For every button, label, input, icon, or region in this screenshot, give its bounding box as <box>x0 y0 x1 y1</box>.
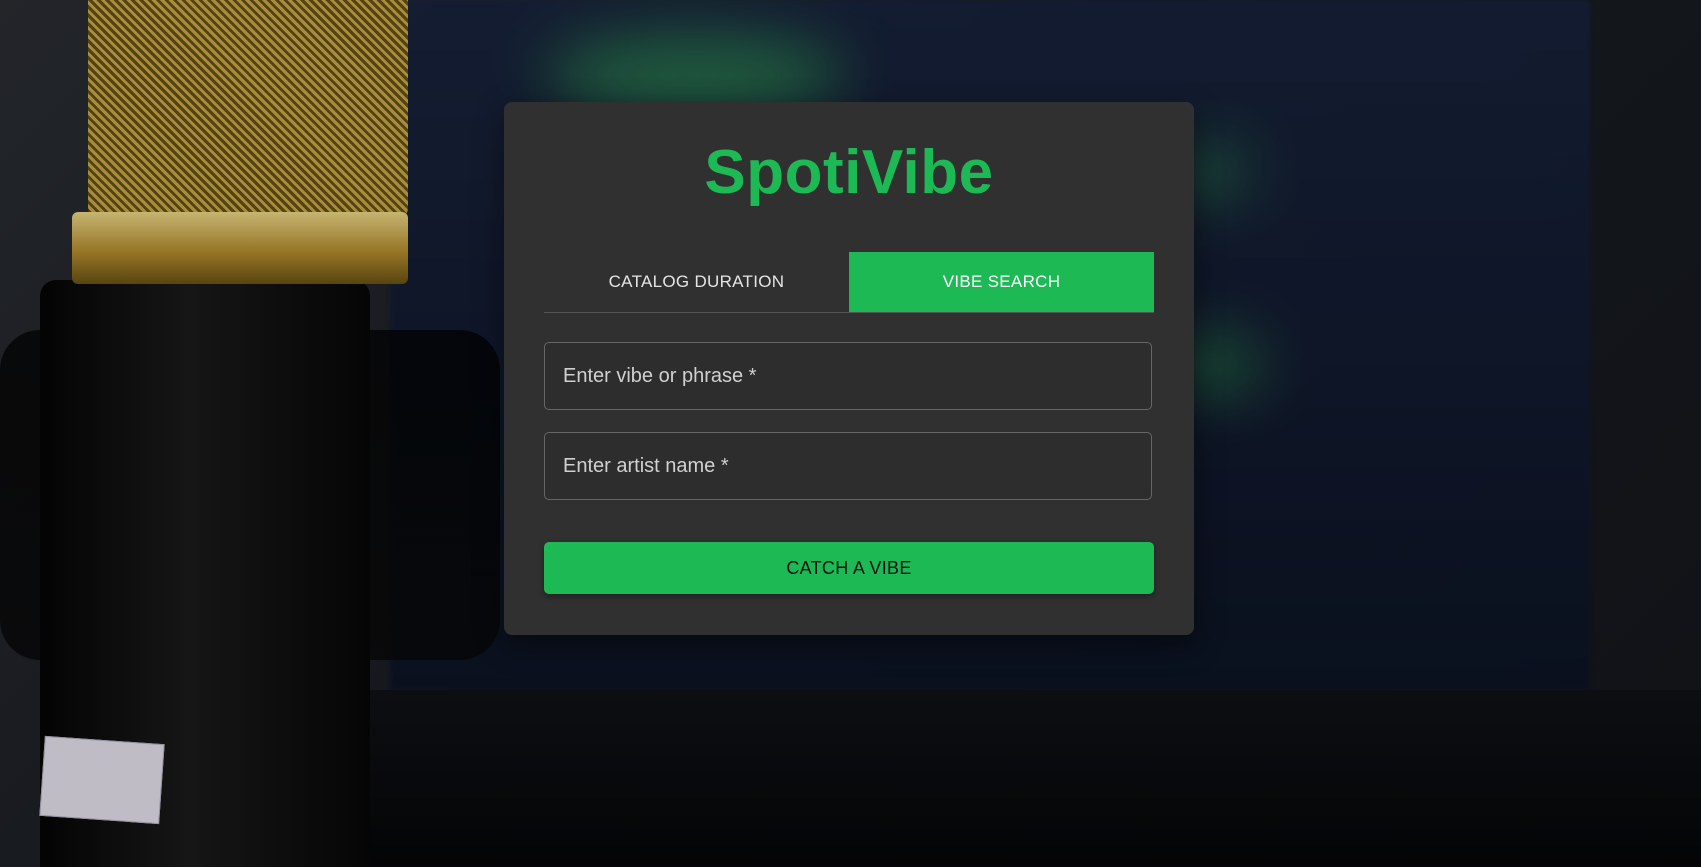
mode-tabs: CATALOG DURATION VIBE SEARCH <box>544 252 1154 313</box>
search-card: SpotiVibe CATALOG DURATION VIBE SEARCH C… <box>504 102 1194 635</box>
tab-catalog-duration[interactable]: CATALOG DURATION <box>544 252 849 312</box>
tab-vibe-search[interactable]: VIBE SEARCH <box>849 252 1154 312</box>
artist-field <box>544 432 1187 500</box>
vibe-field <box>544 342 1187 410</box>
vibe-input[interactable] <box>545 343 1187 409</box>
artist-input[interactable] <box>545 433 1187 499</box>
catch-a-vibe-button[interactable]: CATCH A VIBE <box>544 542 1154 594</box>
app-title: SpotiVibe <box>704 138 994 207</box>
